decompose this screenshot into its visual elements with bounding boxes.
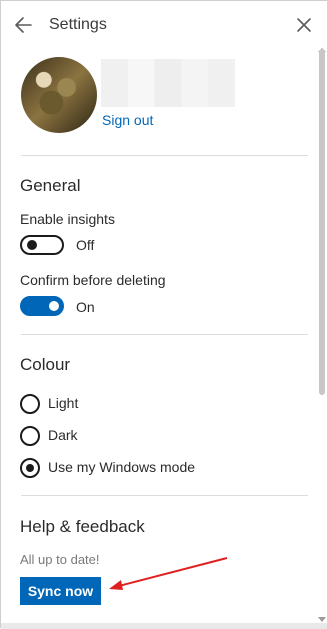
- radio-label: Dark: [48, 427, 78, 443]
- toggle-knob: [49, 301, 59, 311]
- sign-out-link[interactable]: Sign out: [102, 112, 153, 128]
- section-title-help: Help & feedback: [20, 517, 145, 536]
- divider: [21, 334, 308, 335]
- bottom-edge: [1, 623, 327, 629]
- confirm-delete-toggle[interactable]: [20, 296, 64, 316]
- account-name-redacted: [101, 59, 235, 107]
- title-bar: Settings: [1, 1, 327, 49]
- radio-button[interactable]: [20, 426, 40, 446]
- divider: [21, 155, 308, 156]
- sync-now-button[interactable]: Sync now: [20, 577, 101, 605]
- confirm-delete-state: On: [76, 299, 95, 315]
- radio-label: Light: [48, 395, 79, 411]
- enable-insights-label: Enable insights: [20, 211, 115, 227]
- radio-button-selected[interactable]: [20, 458, 40, 478]
- section-title-colour: Colour: [20, 355, 71, 374]
- enable-insights-state: Off: [76, 237, 95, 253]
- toggle-knob: [27, 240, 37, 250]
- settings-panel: Settings Sign out General Enable insight…: [0, 0, 327, 629]
- close-button[interactable]: [293, 14, 315, 36]
- radio-label: Use my Windows mode: [48, 459, 196, 475]
- back-button[interactable]: [11, 13, 37, 37]
- annotation-arrow-icon: [109, 557, 228, 590]
- confirm-delete-label: Confirm before deleting: [20, 272, 166, 288]
- divider: [21, 495, 308, 496]
- close-icon: [297, 18, 311, 32]
- enable-insights-toggle[interactable]: [20, 235, 64, 255]
- sync-status-text: All up to date!: [20, 552, 100, 567]
- section-title-general: General: [20, 176, 81, 195]
- page-title: Settings: [49, 16, 107, 33]
- radio-selected-dot: [26, 464, 34, 472]
- back-arrow-icon: [15, 17, 32, 33]
- radio-button[interactable]: [20, 394, 40, 414]
- avatar: [21, 57, 97, 133]
- scrollbar-thumb[interactable]: [319, 49, 325, 395]
